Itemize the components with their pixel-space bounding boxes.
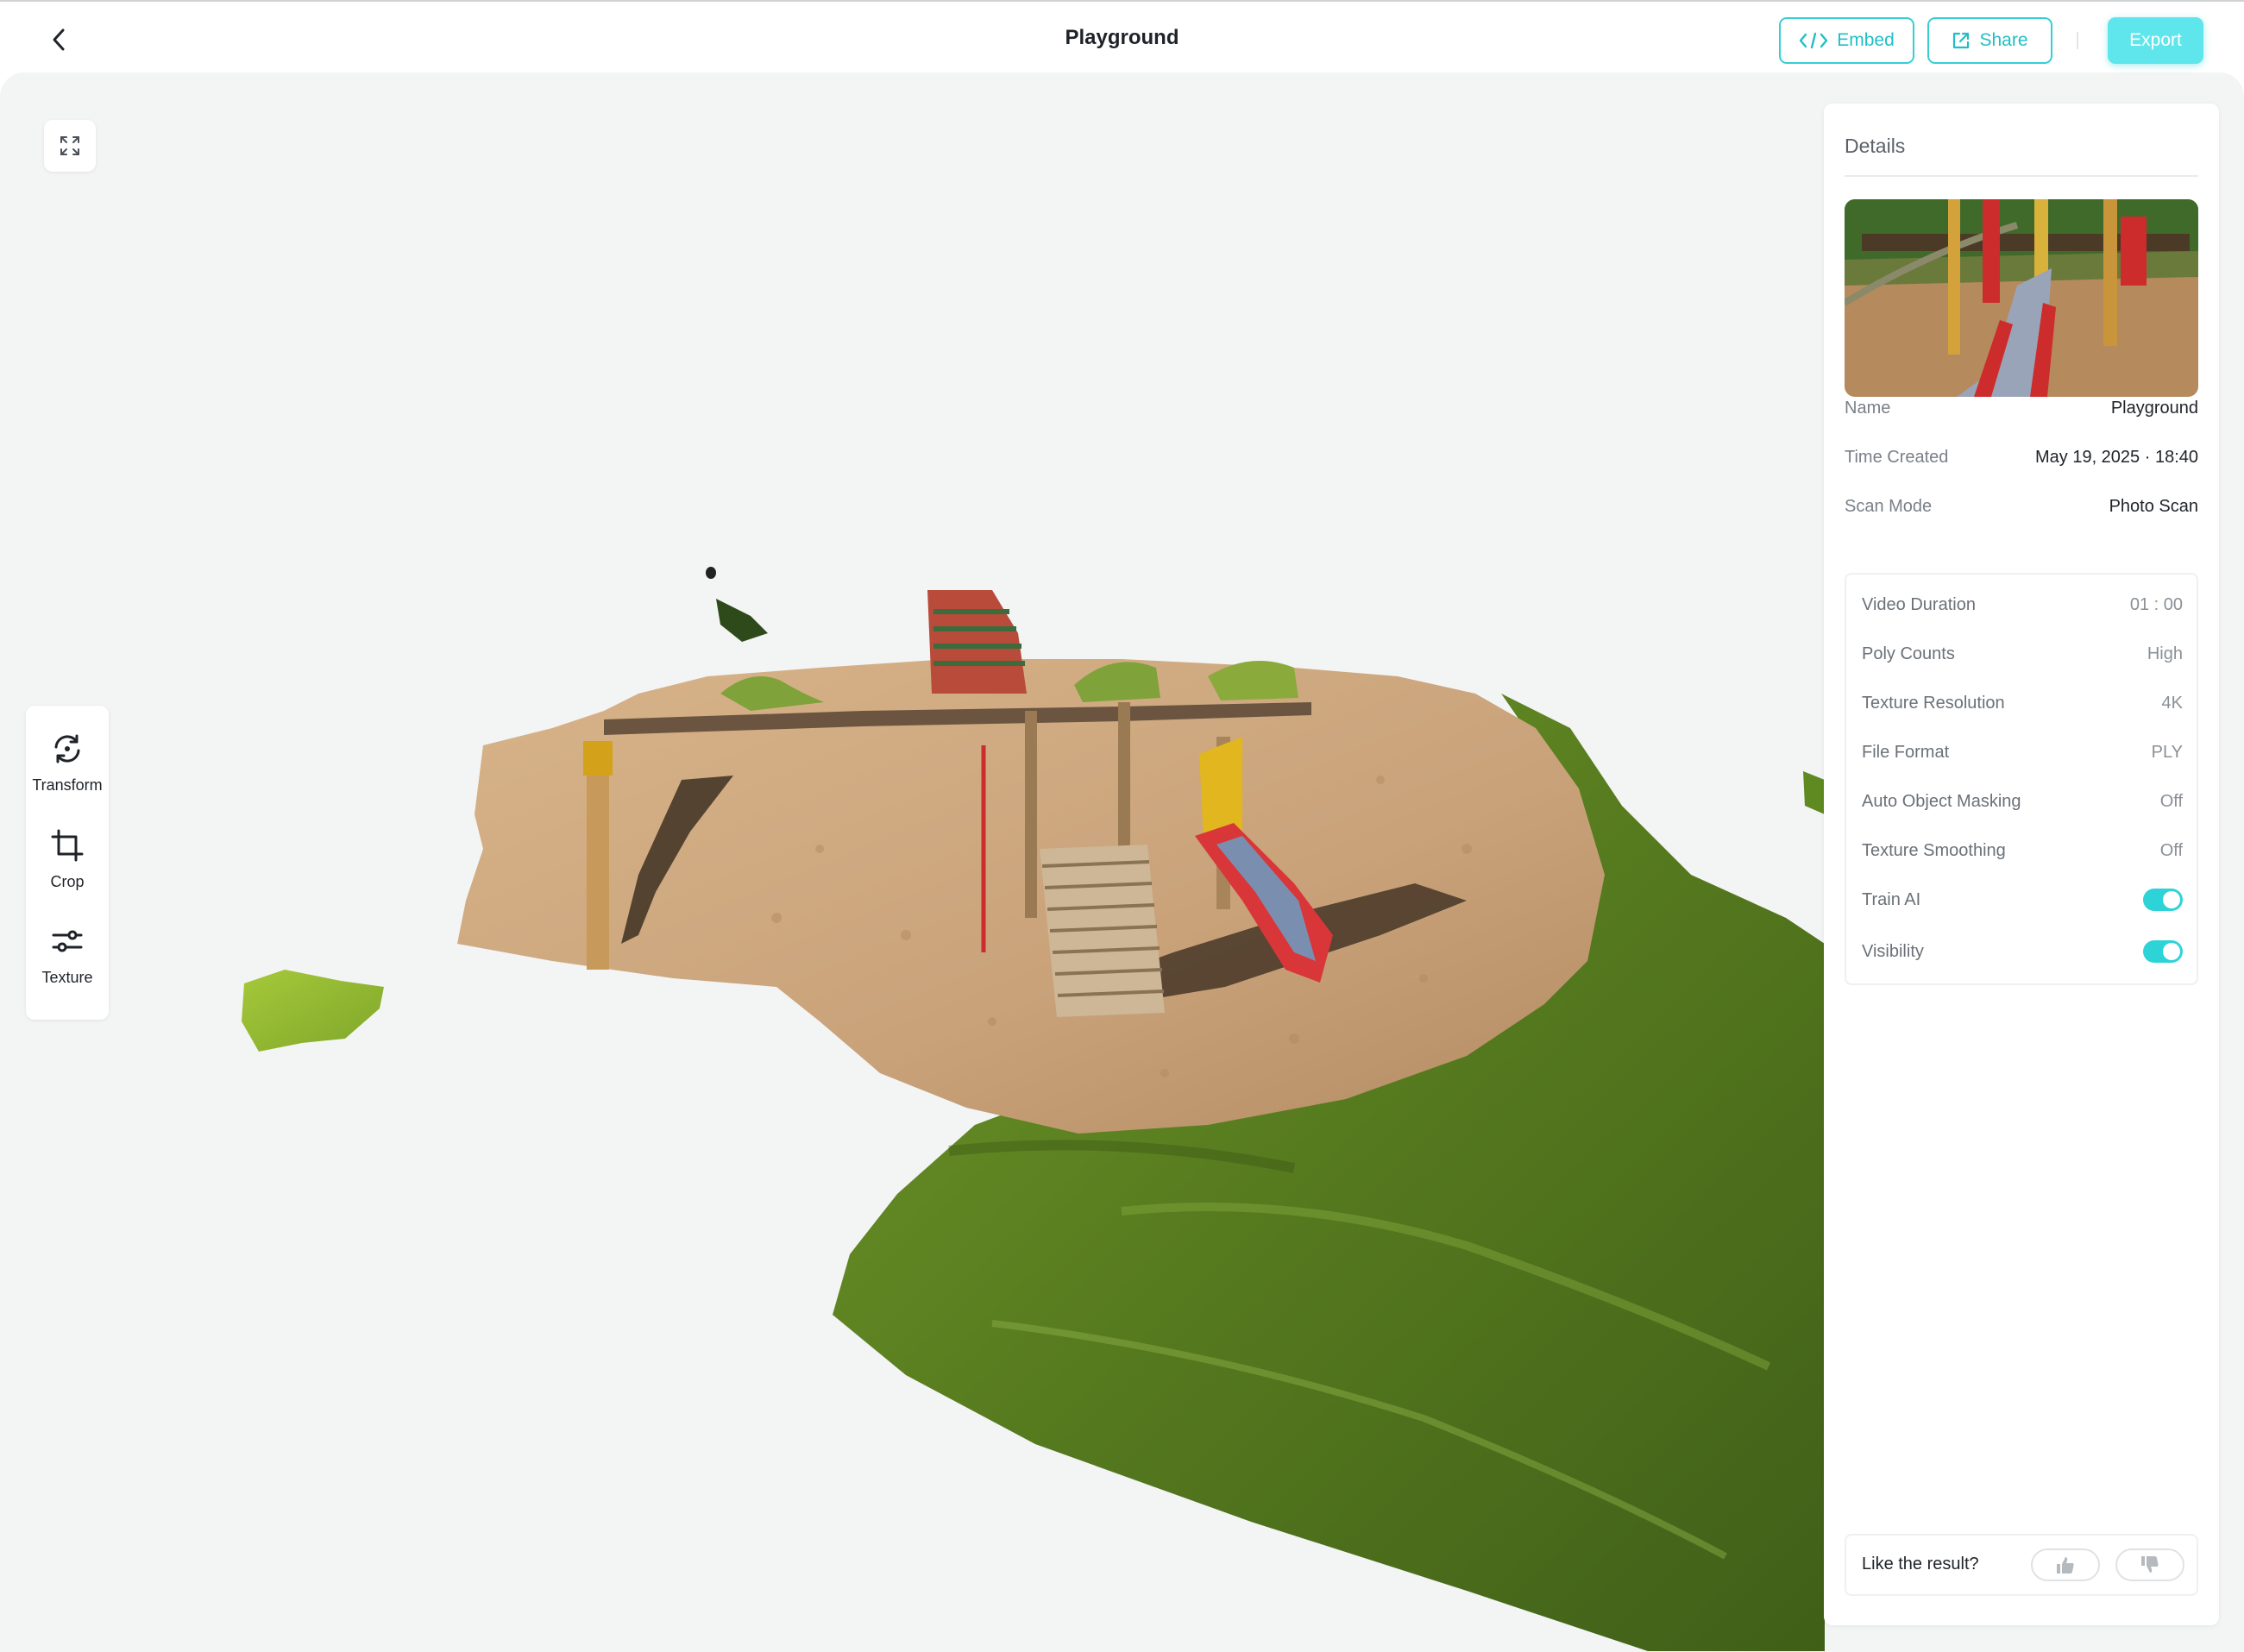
top-bar: Playground Embed Share Export [0,0,2244,76]
tool-label: Crop [50,873,85,890]
spec-texture-resolution: Texture Resolution 4K [1862,693,2183,713]
thumbnail-image [1845,199,2198,397]
expand-icon [60,136,79,155]
feedback-box: Like the result? [1845,1534,2198,1596]
tool-label: Transform [32,776,103,794]
train-ai-row: Train AI [1862,887,2183,913]
texture-tool[interactable]: Texture [26,898,109,991]
yellow-tower [1199,737,1242,840]
dark-fragment [716,599,768,642]
spec-file-format: File Format PLY [1862,742,2183,762]
info-row-time-created: Time Created May 19, 2025 · 18:40 [1845,447,2198,467]
wooden-post-cap [583,741,613,776]
transform-icon [54,734,80,763]
scan-thumbnail [1845,199,2198,397]
wooden-post [1025,711,1037,918]
thumbs-down-icon [2141,1556,2159,1573]
sliders-icon [52,930,83,952]
visibility-toggle[interactable] [2143,940,2183,963]
crop-tool[interactable]: Crop [26,802,109,895]
embed-label: Embed [1837,30,1895,50]
external-link-icon [1953,32,1970,49]
dark-fragment [706,567,716,579]
spec-video-duration: Video Duration 01 : 00 [1862,594,2183,614]
embed-button[interactable]: Embed [1779,17,1914,64]
train-ai-toggle[interactable] [2143,889,2183,911]
spec-auto-object-masking: Auto Object Masking Off [1862,791,2183,811]
details-panel: Details Name Playground Time Created May… [1824,104,2219,1625]
grass-edge [1803,771,1825,814]
spec-poly-counts: Poly Counts High [1862,644,2183,663]
fullscreen-button[interactable] [44,120,96,172]
export-button[interactable]: Export [2108,17,2203,64]
wooden-post [587,745,609,970]
spec-texture-smoothing: Texture Smoothing Off [1862,840,2183,860]
striped-structure [927,590,1027,694]
code-icon [1800,32,1828,49]
thumbs-up-button[interactable] [2031,1548,2100,1581]
scan-specs: Video Duration 01 : 00 Poly Counts High … [1845,573,2198,985]
toolbar-divider [2077,32,2078,49]
thumbs-down-button[interactable] [2115,1548,2184,1581]
feedback-label: Like the result? [1862,1555,1979,1573]
info-row-scan-mode: Scan Mode Photo Scan [1845,496,2198,516]
visibility-row: Visibility [1862,939,2183,964]
share-button[interactable]: Share [1927,17,2052,64]
thumbs-up-icon [2057,1557,2074,1573]
info-row-name: Name Playground [1845,398,2198,418]
details-title: Details [1845,135,1906,157]
edit-toolbar: Transform Crop Texture [26,706,109,1020]
crop-icon [51,829,84,862]
tool-label: Texture [41,969,93,986]
transform-tool[interactable]: Transform [26,706,109,799]
divider [1845,175,2198,177]
share-label: Share [1979,30,2028,50]
grass-fragment [242,970,384,1052]
